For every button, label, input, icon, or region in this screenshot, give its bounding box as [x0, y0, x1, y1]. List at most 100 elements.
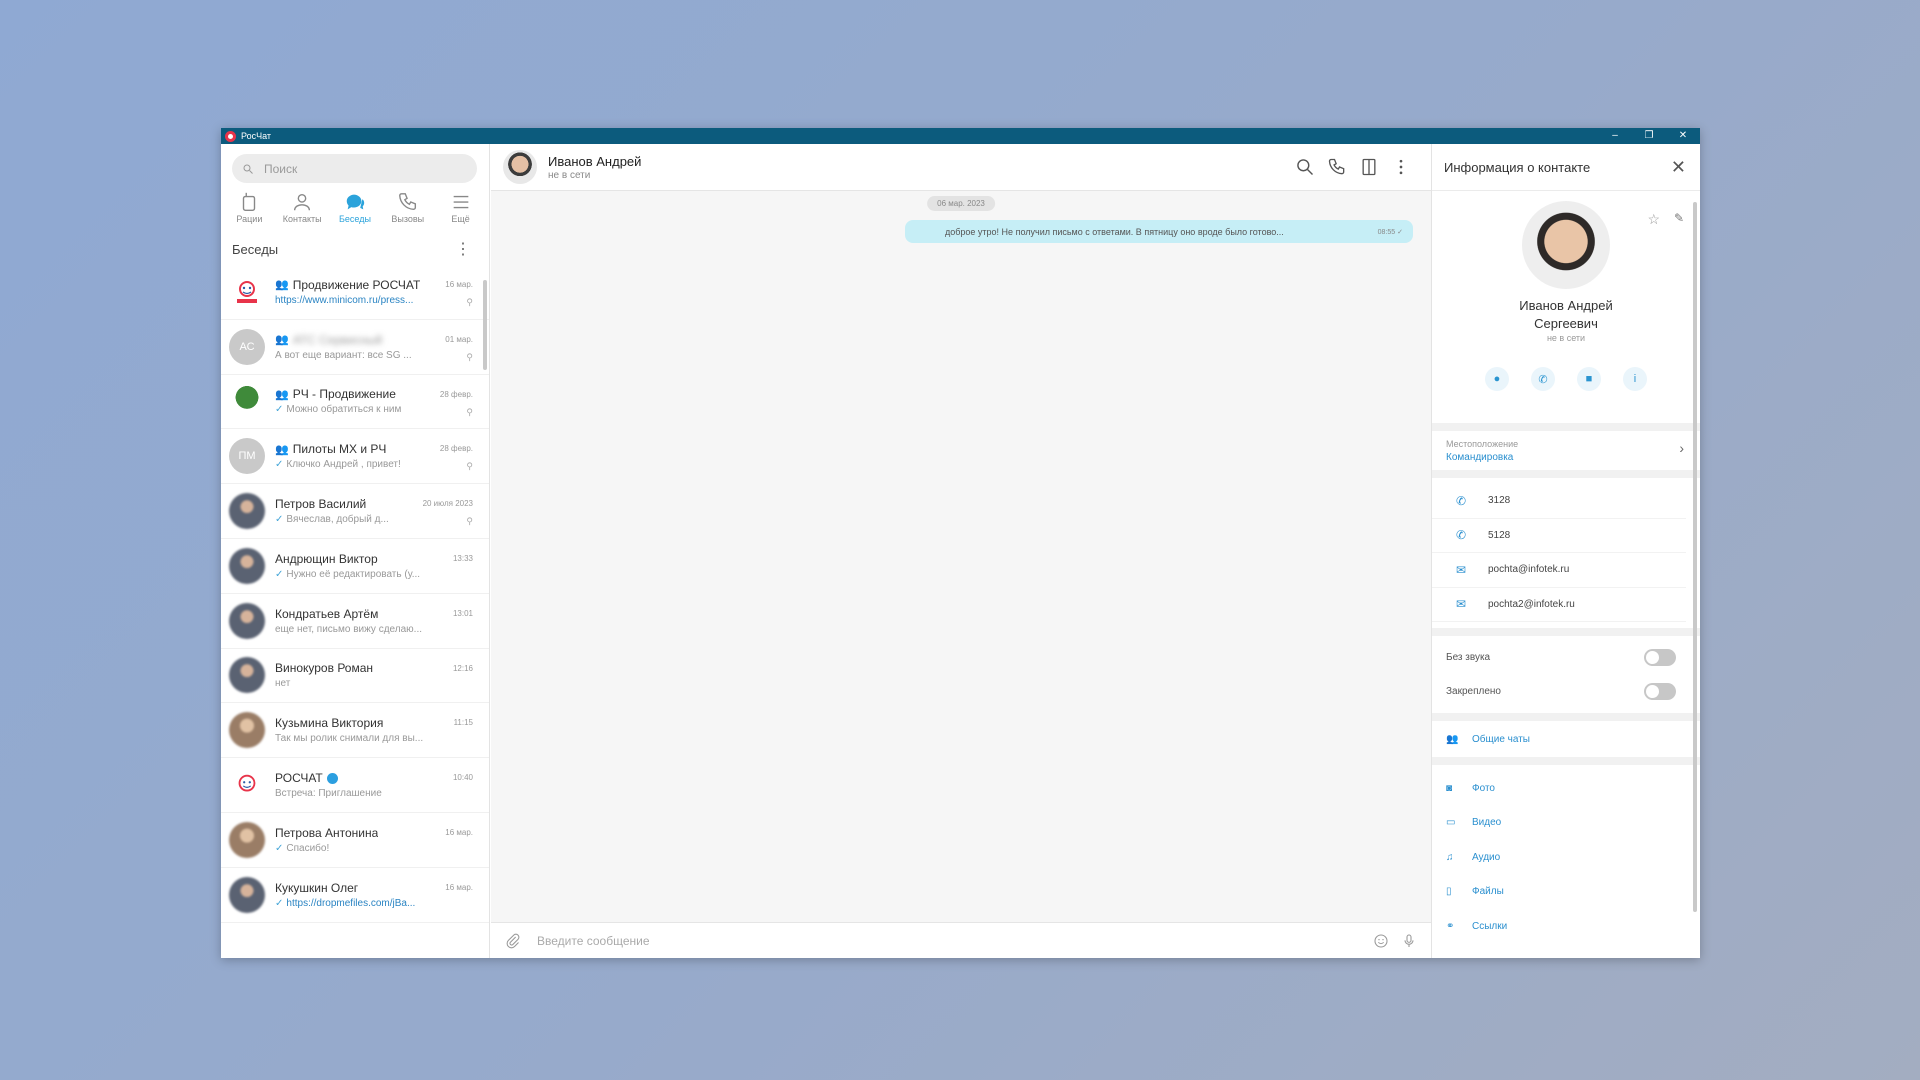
conversation-time: 20 июля 2023: [422, 499, 473, 509]
tab-more[interactable]: Ещё: [435, 191, 487, 224]
info-scrollbar[interactable]: [1693, 202, 1697, 912]
conversation-item[interactable]: Кукушкин Олег ✓ https://dropmefiles.com/j…: [221, 868, 489, 923]
pin-icon: ⚲: [466, 297, 473, 307]
avatar[interactable]: [503, 150, 537, 184]
sidebar: Поиск Рации Контакты Беседы Вызовы Ещё Б…: [221, 144, 490, 958]
music-icon: ♫: [1446, 851, 1454, 863]
conversation-time: 16 мар.: [445, 882, 473, 892]
read-check-icon: ✓: [275, 404, 284, 416]
close-window-button[interactable]: ✕: [1666, 128, 1700, 144]
read-check-icon: ✓: [275, 842, 284, 854]
more-options-icon[interactable]: [1391, 157, 1411, 177]
pin-icon: ⚲: [466, 461, 473, 472]
conversation-item[interactable]: РОСЧАТ Встреча: Приглашение 10:40: [221, 758, 489, 813]
chat-contact-status: не в сети: [548, 169, 591, 181]
conversation-time: 10:40: [452, 773, 473, 783]
conversation-item[interactable]: 👥 РЧ - Продвижение ✓ Можно обратиться к ни…: [221, 375, 489, 430]
media-files-row[interactable]: ▯ Файлы: [1432, 875, 1700, 910]
sidebar-toggle-icon[interactable]: [1359, 157, 1379, 177]
call-icon[interactable]: [1327, 157, 1347, 177]
more-options-icon[interactable]: ⋮: [455, 241, 471, 257]
profile-name-line1: Иванов Андрей: [1519, 298, 1613, 313]
tab-contacts[interactable]: Контакты: [276, 191, 328, 224]
search-placeholder: Поиск: [264, 161, 298, 176]
media-photo-row[interactable]: ◙ Фото: [1432, 771, 1700, 806]
minimize-button[interactable]: –: [1598, 128, 1632, 144]
conversation-item[interactable]: Винокуров Роман нет 12:16: [221, 649, 489, 704]
mute-label: Без звука: [1446, 651, 1491, 663]
info-header: Информация о контакте ✕: [1432, 144, 1700, 191]
emoji-icon[interactable]: [1373, 933, 1389, 949]
conversation-name: Петрова Антонина: [275, 825, 379, 840]
conversation-item[interactable]: 👥 Продвижение РОСЧАТ https://www.minicom.…: [221, 265, 489, 320]
profile-section: ☆ ✎ Иванов Андрей Сергеевич не в сети ● …: [1432, 201, 1700, 431]
conversation-item[interactable]: Кондратьев Артём еще нет, письмо вижу сд…: [221, 594, 489, 649]
conversation-item[interactable]: Андрющин Виктор ✓ Нужно её редактировать …: [221, 539, 489, 594]
info-button[interactable]: i: [1623, 367, 1647, 391]
email-row[interactable]: ✉ pochta2@infotek.ru: [1432, 588, 1686, 622]
search-icon: [243, 164, 253, 174]
conversation-list: 👥 Продвижение РОСЧАТ https://www.minicom.…: [221, 265, 489, 923]
search-icon[interactable]: [1295, 157, 1315, 177]
conversation-name: Андрющин Виктор: [275, 551, 378, 566]
avatar: [229, 493, 265, 530]
common-chats-row[interactable]: 👥 Общие чаты: [1432, 721, 1700, 765]
star-icon[interactable]: ☆: [1647, 211, 1660, 228]
conversation-name: Винокуров Роман: [275, 661, 374, 676]
attach-icon[interactable]: [505, 933, 521, 949]
chat-contact-name[interactable]: Иванов Андрей: [548, 154, 641, 169]
tab-calls[interactable]: Вызовы: [382, 191, 434, 224]
close-icon[interactable]: ✕: [1671, 157, 1686, 178]
location-row[interactable]: Местоположение Командировка ›: [1432, 431, 1700, 478]
conversation-item[interactable]: ПМ 👥 Пилоты МХ и РЧ ✓ Ключко Андрей , прив…: [221, 429, 489, 485]
phone-row[interactable]: ✆ 5128: [1432, 519, 1686, 553]
read-check-icon: ✓: [275, 897, 284, 909]
edit-icon[interactable]: ✎: [1674, 211, 1684, 225]
conversation-item[interactable]: Кузьмина Виктория Так мы ролик снимали д…: [221, 703, 489, 759]
chat-pane: Иванов Андрей не в сети 06 мар. 2023 доб…: [491, 144, 1431, 958]
message-bubble[interactable]: доброе утро! Не получил письмо с ответам…: [905, 220, 1413, 243]
tab-radios[interactable]: Рации: [223, 191, 275, 224]
message-composer: Введите сообщение: [491, 922, 1431, 958]
conversation-name: АТС Сервисный: [292, 332, 383, 347]
mute-toggle[interactable]: [1644, 648, 1676, 666]
section-title: Беседы: [232, 242, 279, 257]
avatar: [229, 876, 265, 913]
avatar: [229, 712, 265, 749]
chats-icon: [346, 194, 365, 210]
maximize-button[interactable]: ❐: [1632, 128, 1666, 144]
media-video-row[interactable]: ▭ Видео: [1432, 806, 1700, 841]
email-row[interactable]: ✉ pochta@infotek.ru: [1432, 553, 1686, 588]
avatar: АС: [229, 328, 265, 365]
video-call-button[interactable]: ■: [1577, 367, 1601, 391]
conversation-name: Кукушкин Олег: [275, 880, 359, 895]
microphone-icon[interactable]: [1401, 933, 1417, 949]
avatar: [229, 273, 265, 310]
conversation-preview: Нужно её редактировать (у...: [286, 568, 421, 580]
media-links-row[interactable]: ⚭ Ссылки: [1432, 909, 1700, 944]
avatar: [229, 767, 265, 804]
conversation-time: 28 февр.: [439, 444, 473, 454]
conversation-preview: еще нет, письмо вижу сделаю...: [275, 623, 422, 635]
call-button[interactable]: ✆: [1531, 367, 1555, 391]
avatar: ПМ: [229, 438, 265, 475]
tab-chats[interactable]: Беседы: [329, 191, 381, 224]
media-audio-row[interactable]: ♫ Аудио: [1432, 840, 1700, 875]
media-label: Файлы: [1472, 886, 1504, 898]
pin-icon: ⚲: [466, 516, 473, 527]
message-input[interactable]: Введите сообщение: [537, 934, 1361, 948]
profile-actions: ● ✆ ■ i: [1432, 367, 1700, 391]
search-input[interactable]: Поиск: [232, 154, 477, 183]
info-title: Информация о контакте: [1444, 159, 1591, 175]
conversation-item[interactable]: Петрова Антонина ✓ Спасибо! 16 мар.: [221, 813, 489, 868]
sidebar-scrollbar[interactable]: [483, 280, 487, 370]
conversation-time: 16 мар.: [445, 827, 473, 837]
media-label: Видео: [1472, 817, 1502, 829]
message-button[interactable]: ●: [1485, 367, 1509, 391]
conversation-preview: Можно обратиться к ним: [286, 404, 402, 416]
pin-toggle[interactable]: [1644, 683, 1676, 701]
pinned-row: Закреплено: [1432, 675, 1700, 710]
conversation-item[interactable]: АС 👥 АТС Сервисный А вот еще вариант: все…: [221, 320, 489, 375]
phone-row[interactable]: ✆ 3128: [1432, 484, 1686, 519]
conversation-item[interactable]: Петров Василий ✓ Вячеслав, добрый д... 20…: [221, 484, 489, 539]
